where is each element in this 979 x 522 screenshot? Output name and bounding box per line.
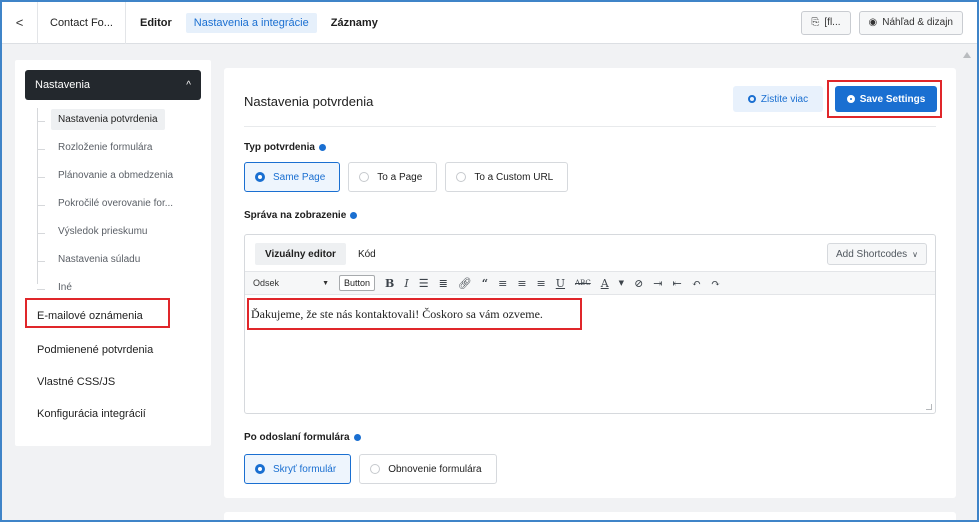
indent-icon[interactable]: ⇥ bbox=[653, 278, 662, 289]
info-icon bbox=[350, 212, 358, 219]
radio-dot bbox=[370, 464, 381, 474]
sidebar-section-settings[interactable]: Nastavenia ^ bbox=[25, 70, 201, 100]
button-insert[interactable]: Button bbox=[339, 275, 376, 291]
topbar-actions: ⎘ [fl... ◉ Náhľad & dizajn bbox=[801, 10, 977, 35]
italic-icon[interactable]: I bbox=[404, 278, 408, 289]
bullet-list-icon[interactable]: ☰ bbox=[419, 278, 429, 289]
highlight-box-content bbox=[247, 298, 582, 330]
radio-hide-form[interactable]: Skryť formulár bbox=[244, 454, 352, 484]
radio-dot bbox=[359, 172, 370, 182]
sidebar-item-compliance[interactable]: Nastavenia súladu bbox=[37, 248, 207, 276]
strikethrough-icon[interactable]: ABC bbox=[575, 279, 591, 287]
editor-tabs: Vizuálny editor Kód bbox=[255, 243, 386, 265]
add-shortcodes-dropdown[interactable]: Add Shortcodes ∨ bbox=[826, 243, 927, 265]
sidebar-item-form-layout[interactable]: Rozloženie formulára bbox=[37, 136, 207, 164]
message-editor: Vizuálny editor Kód Add Shortcodes ∨ Ods… bbox=[244, 234, 936, 414]
chevron-down-icon: ∨ bbox=[912, 249, 918, 259]
info-icon bbox=[747, 95, 756, 103]
align-center-icon[interactable]: ≡ bbox=[517, 278, 526, 289]
editor-toolbar: Odsek ▼ Button B I ☰ ≣ 🔗︎ “ ≡ ≡ ≡ U ABC … bbox=[245, 271, 935, 295]
tab-entries[interactable]: Záznamy bbox=[323, 13, 386, 33]
align-left-icon[interactable]: ≡ bbox=[498, 278, 507, 289]
radio-dot bbox=[255, 464, 265, 474]
highlight-box-save bbox=[827, 80, 942, 118]
info-icon bbox=[353, 434, 361, 441]
preview-design-button[interactable]: ◉ Náhľad & dizajn bbox=[858, 10, 963, 35]
underline-icon[interactable]: U bbox=[556, 278, 565, 289]
app-frame: < Contact Fo... Editor Nastavenia a inte… bbox=[0, 0, 979, 522]
divider bbox=[124, 2, 126, 44]
link-icon[interactable]: 🔗︎ bbox=[458, 278, 472, 289]
radio-dot bbox=[255, 172, 265, 182]
align-right-icon[interactable]: ≡ bbox=[537, 278, 546, 289]
confirmation-settings-panel: Nastavenia potvrdenia Zistite viac Save … bbox=[224, 68, 956, 498]
sidebar-subitems: Nastavenia potvrdenia Rozloženie formulá… bbox=[37, 108, 207, 304]
format-select[interactable]: Odsek ▼ bbox=[253, 275, 329, 291]
sidebar-link-conditional-confirmations[interactable]: Podmienené potvrdenia bbox=[37, 344, 153, 356]
scroll-up-icon[interactable] bbox=[963, 52, 971, 58]
confirmation-type-group: Same Page To a Page To a Custom URL bbox=[244, 162, 569, 192]
caret-down-icon: ▼ bbox=[322, 279, 329, 287]
chevron-left-icon: < bbox=[15, 15, 24, 30]
sidebar-link-integration-config[interactable]: Konfigurácia integrácií bbox=[37, 408, 146, 420]
settings-sidebar: Nastavenia ^ Nastavenia potvrdenia Rozlo… bbox=[15, 60, 211, 446]
sidebar-section-label: Nastavenia bbox=[35, 79, 91, 91]
sidebar-item-confirmation[interactable]: Nastavenia potvrdenia bbox=[37, 108, 207, 136]
tab-code[interactable]: Kód bbox=[348, 243, 386, 265]
numbered-list-icon[interactable]: ≣ bbox=[439, 278, 448, 289]
info-icon bbox=[318, 144, 326, 151]
form-name: Contact Fo... bbox=[50, 16, 113, 29]
message-label: Správa na zobrazenie bbox=[244, 210, 358, 221]
chevron-up-icon: ^ bbox=[186, 79, 191, 91]
copy-icon: ⎘ bbox=[811, 17, 820, 28]
undo-icon[interactable]: ↶ bbox=[692, 278, 701, 289]
sidebar-item-survey-result[interactable]: Výsledok prieskumu bbox=[37, 220, 207, 248]
text-color-icon[interactable]: A bbox=[601, 278, 609, 289]
next-panel-edge bbox=[224, 512, 956, 520]
clear-format-icon[interactable]: ⊘ bbox=[634, 278, 643, 289]
learn-more-button[interactable]: Zistite viac bbox=[733, 86, 823, 112]
after-submit-group: Skryť formulár Obnovenie formulára bbox=[244, 454, 497, 484]
tab-editor[interactable]: Editor bbox=[132, 13, 180, 33]
bold-icon[interactable]: B bbox=[385, 278, 394, 289]
radio-reset-form[interactable]: Obnovenie formulára bbox=[359, 454, 497, 484]
redo-icon[interactable]: ↷ bbox=[711, 278, 720, 289]
caret-down-icon[interactable]: ▼ bbox=[619, 279, 624, 287]
sidebar-item-scheduling[interactable]: Plánovanie a obmedzenia bbox=[37, 164, 207, 192]
top-bar: < Contact Fo... Editor Nastavenia a inte… bbox=[2, 2, 977, 44]
tab-settings-integrations[interactable]: Nastavenia a integrácie bbox=[185, 12, 317, 33]
sidebar-link-custom-css-js[interactable]: Vlastné CSS/JS bbox=[37, 376, 115, 388]
quote-icon[interactable]: “ bbox=[482, 278, 488, 289]
radio-to-a-page[interactable]: To a Page bbox=[348, 162, 438, 192]
outdent-icon[interactable]: ⇤ bbox=[673, 278, 682, 289]
after-submit-label: Po odoslaní formulára bbox=[244, 432, 361, 443]
back-button[interactable]: < bbox=[2, 2, 38, 44]
eye-icon: ◉ bbox=[868, 17, 878, 28]
header-divider bbox=[244, 126, 936, 127]
radio-dot bbox=[456, 172, 467, 182]
learn-more-label: Zistite viac bbox=[760, 93, 809, 105]
sidebar-item-advanced-validation[interactable]: Pokročilé overovanie for... bbox=[37, 192, 207, 220]
preview-label: Náhľad & dizajn bbox=[882, 17, 953, 28]
radio-same-page[interactable]: Same Page bbox=[244, 162, 341, 192]
highlight-box-email bbox=[25, 298, 170, 328]
tab-visual-editor[interactable]: Vizuálny editor bbox=[255, 243, 346, 265]
shortcode-copy-button[interactable]: ⎘ [fl... bbox=[801, 10, 851, 35]
page-title: Nastavenia potvrdenia bbox=[244, 94, 374, 109]
radio-to-custom-url[interactable]: To a Custom URL bbox=[445, 162, 569, 192]
resize-handle[interactable] bbox=[926, 404, 932, 410]
shortcode-label: [fl... bbox=[824, 17, 841, 28]
confirmation-type-label: Typ potvrdenia bbox=[244, 142, 326, 153]
